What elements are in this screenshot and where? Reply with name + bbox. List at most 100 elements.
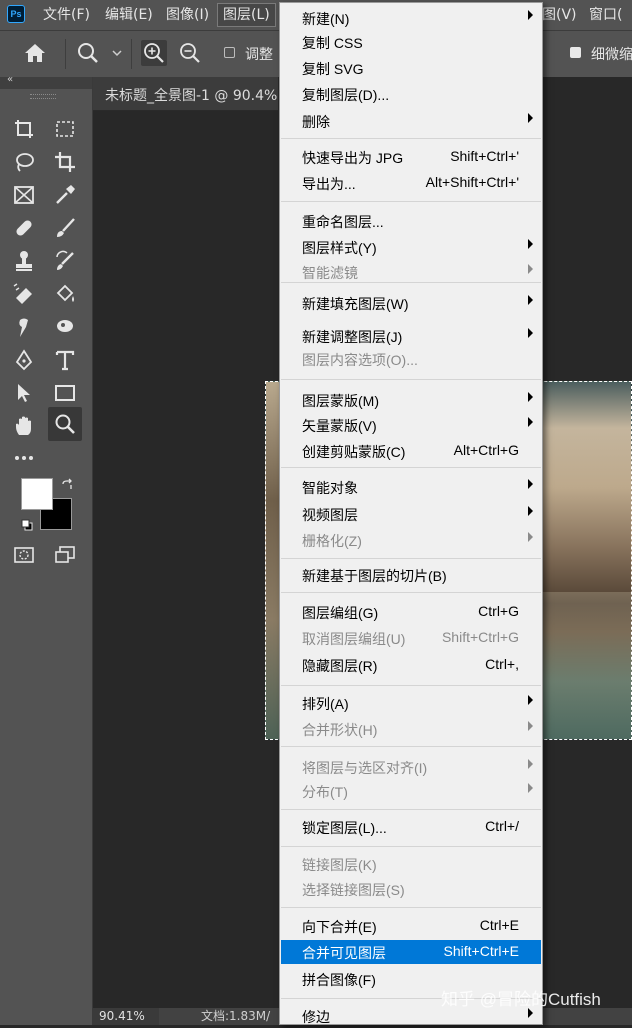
quick-mask-button[interactable] [7,540,41,570]
scrubby-zoom-checkbox[interactable] [570,47,581,58]
menu-file[interactable]: 文件(F) [38,0,95,30]
menu-item-video-layers[interactable]: 视频图层 [281,502,541,526]
dodge-icon [57,320,73,332]
menu-item-copy-css[interactable]: 复制 CSS [281,30,541,54]
menu-item-label: 导出为... [302,176,356,192]
menu-window[interactable]: 窗口( [584,0,627,30]
submenu-arrow-icon [528,721,533,731]
menu-item-shortcut: Shift+Ctrl+' [450,148,519,164]
menu-edit[interactable]: 编辑(E) [100,0,158,30]
menu-item-label: 取消图层编组(U) [302,631,406,647]
history-brush-icon [56,250,74,270]
submenu-arrow-icon [528,113,533,123]
path-selection-tool[interactable] [7,378,41,408]
smudge-tool[interactable] [7,312,41,342]
menu-item-lock-layers[interactable]: 锁定图层(L)... Ctrl+/ [281,815,541,839]
menu-item-label: 链接图层(K) [302,857,377,873]
menu-item-ungroup-layers: 取消图层编组(U) Shift+Ctrl+G [281,626,541,650]
menu-item-label: 图层内容选项(O)... [302,352,418,368]
menu-layer[interactable]: 图层(L) [217,3,276,27]
menu-image[interactable]: 图像(I) [161,0,214,30]
zoom-level[interactable]: 90.41% [93,1008,159,1025]
swap-colors-icon[interactable] [60,478,74,492]
menu-item-new[interactable]: 新建(N) [281,6,541,30]
chevron-down-icon[interactable] [104,40,130,66]
collapse-icon[interactable]: « [7,74,13,85]
hand-icon [16,416,31,435]
menu-item-hide-layers[interactable]: 隐藏图层(R) Ctrl+, [281,653,541,677]
paint-bucket-tool[interactable] [48,279,82,309]
crop-tool[interactable] [48,147,82,177]
dodge-tool[interactable] [48,312,82,342]
panel-grip[interactable] [30,94,56,99]
frame-tool[interactable] [7,180,41,210]
menu-item-new-adjustment-layer[interactable]: 新建调整图层(J) [281,324,541,348]
menu-item-vector-mask[interactable]: 矢量蒙版(V) [281,413,541,437]
zoom-out-icon[interactable] [177,40,203,66]
scrubby-zoom-label: 细微缩 [591,47,632,63]
edit-toolbar[interactable] [7,443,41,473]
submenu-arrow-icon [528,532,533,542]
layer-dropdown-menu: 新建(N) 复制 CSS 复制 SVG 复制图层(D)... 删除快速导出为 JPG Sh… [279,2,543,1025]
type-tool[interactable] [48,345,82,375]
menu-item-arrange[interactable]: 排列(A) [281,691,541,715]
lasso-icon [16,153,34,172]
submenu-arrow-icon [528,264,533,274]
menu-item-copy-svg[interactable]: 复制 SVG [281,56,541,80]
home-icon[interactable] [22,40,48,66]
magnifier-icon [55,414,75,434]
eyedropper-tool[interactable] [48,180,82,210]
submenu-arrow-icon [528,239,533,249]
menu-item-new-fill-layer[interactable]: 新建填充图层(W) [281,291,541,315]
menu-item-rename-layer[interactable]: 重命名图层... [281,209,541,233]
menu-item-layer-style[interactable]: 图层样式(Y) [281,235,541,259]
menu-view[interactable]: 图(V) [537,0,582,30]
menu-item-create-clipping-mask[interactable]: 创建剪贴蒙版(C) Alt+Ctrl+G [281,439,541,463]
menu-item-merge-visible[interactable]: 合并可见图层 Shift+Ctrl+E [281,940,541,964]
zoom-tool[interactable] [48,407,82,441]
menu-item-duplicate-layer[interactable]: 复制图层(D)... [281,82,541,106]
finger-icon [19,318,28,337]
rectangle-tool[interactable] [48,378,82,408]
tools-panel-header: « [0,74,92,89]
menu-item-label: 合并可见图层 [302,945,386,961]
menu-item-merge-down[interactable]: 向下合并(E) Ctrl+E [281,914,541,938]
marquee-tool[interactable] [48,114,82,144]
menu-item-align-layers-to-selection: 将图层与选区对齐(I) [281,755,541,779]
submenu-arrow-icon [528,417,533,427]
pen-tool[interactable] [7,345,41,375]
zoom-in-icon[interactable] [141,40,167,66]
menu-item-quick-export-jpg[interactable]: 快速导出为 JPG Shift+Ctrl+' [281,145,541,169]
quick-mask-icon [14,547,34,563]
document-size[interactable]: 文档:1.83M/ [201,1008,270,1025]
healing-brush-tool[interactable] [7,213,41,243]
hand-tool[interactable] [7,411,41,441]
lasso-tool[interactable] [7,147,41,177]
zoom-tool-icon[interactable] [75,40,101,66]
menu-item-layer-mask[interactable]: 图层蒙版(M) [281,388,541,412]
screen-mode-button[interactable] [48,540,82,570]
menu-item-label: 锁定图层(L)... [302,820,387,836]
submenu-arrow-icon [528,295,533,305]
move-artboard-tool[interactable] [7,114,41,144]
submenu-arrow-icon [528,479,533,489]
default-colors-icon[interactable] [20,518,34,532]
menu-item-label: 新建基于图层的切片(B) [302,568,447,584]
brush-tool[interactable] [48,213,82,243]
menu-item-shortcut: Ctrl+, [485,656,519,672]
menu-item-delete[interactable]: 删除 [281,109,541,133]
history-brush-tool[interactable] [48,246,82,276]
marquee-icon [56,121,74,137]
menu-item-shortcut: Alt+Shift+Ctrl+' [425,174,519,190]
menu-item-export-as[interactable]: 导出为... Alt+Shift+Ctrl+' [281,171,541,195]
eraser-tool[interactable] [7,279,41,309]
submenu-arrow-icon [528,506,533,516]
foreground-color-swatch[interactable] [21,478,53,510]
resize-windows-checkbox[interactable] [224,47,235,58]
menu-item-new-layer-based-slice[interactable]: 新建基于图层的切片(B) [281,563,541,587]
menu-item-smart-objects[interactable]: 智能对象 [281,475,541,499]
clone-stamp-tool[interactable] [7,246,41,276]
menu-item-label: 图层样式(Y) [302,240,377,256]
menu-item-group-layers[interactable]: 图层编组(G) Ctrl+G [281,600,541,624]
document-tab[interactable]: 未标题_全景图-1 @ 90.4% [93,77,278,111]
